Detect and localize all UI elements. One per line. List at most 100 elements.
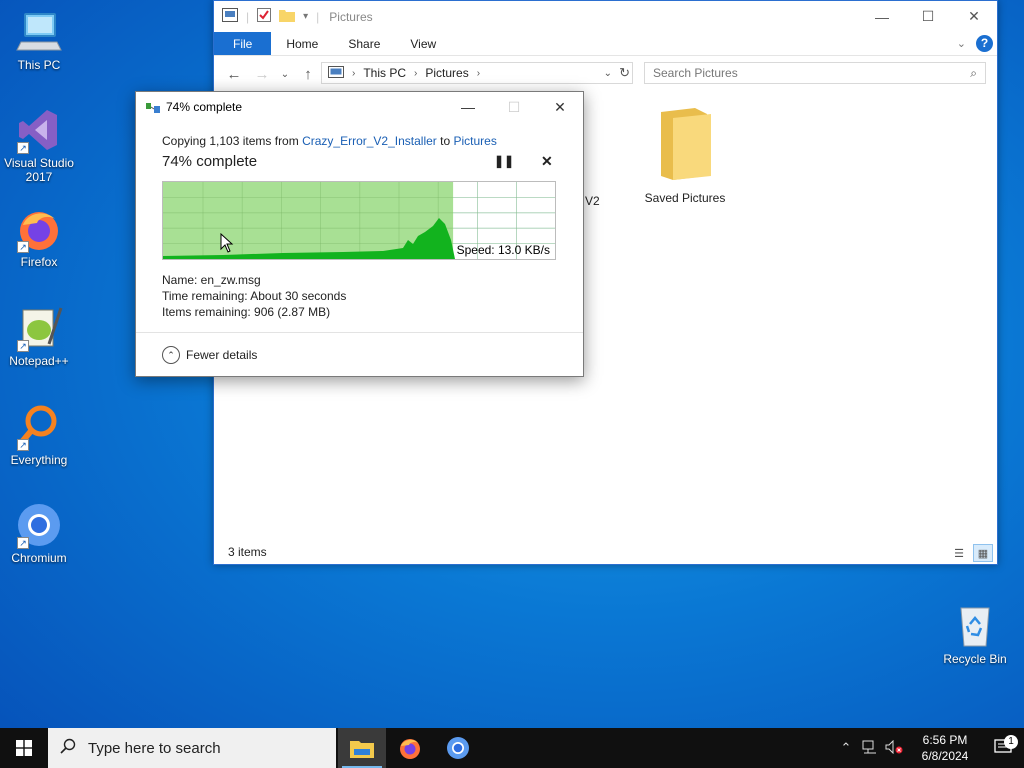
firefox-icon: ↗ (15, 205, 63, 253)
taskbar-chromium[interactable] (434, 728, 482, 768)
fewer-details-label: Fewer details (186, 348, 258, 362)
clock-date: 6/8/2024 (921, 749, 969, 763)
copy-prefix-text: Copying 1,103 items from (162, 134, 303, 148)
copy-description: Copying 1,103 items from Crazy_Error_V2_… (162, 134, 497, 148)
desktop-icon-recycle-bin[interactable]: Recycle Bin (936, 602, 1014, 666)
desktop-icon-this-pc[interactable]: This PC (0, 8, 78, 72)
cancel-copy-button[interactable]: ✕ (541, 153, 553, 170)
desktop-icon-label: Recycle Bin (943, 652, 1007, 666)
shortcut-arrow-icon: ↗ (17, 537, 29, 549)
items-remaining: Items remaining: 906 (2.87 MB) (162, 305, 331, 319)
minimize-button[interactable]: — (859, 1, 905, 32)
large-icons-view-icon[interactable]: ▦ (973, 544, 993, 562)
taskbar-firefox[interactable] (386, 728, 434, 768)
tab-share[interactable]: Share (333, 32, 395, 55)
up-arrow-icon[interactable]: ↑ (296, 66, 320, 83)
notepad-plus-plus-icon: ↗ (15, 304, 63, 352)
shortcut-arrow-icon: ↗ (17, 142, 29, 154)
expand-ribbon-icon[interactable]: ⌄ (957, 37, 966, 50)
breadcrumb-chevron-icon[interactable]: › (477, 68, 480, 79)
toolbar-separator: | (246, 9, 250, 24)
search-icon (60, 738, 76, 758)
desktop-icon-label: This PC (17, 58, 61, 72)
everything-search-icon: ↗ (15, 403, 63, 451)
window-title: Pictures (329, 9, 373, 24)
chromium-icon: ↗ (15, 501, 63, 549)
close-button[interactable]: ✕ (951, 1, 997, 32)
breadcrumb-pictures[interactable]: Pictures (425, 66, 468, 80)
desktop-icon-chromium[interactable]: ↗ Chromium (0, 501, 78, 565)
quick-access-dropdown-icon[interactable]: ▾ (303, 11, 308, 22)
visual-studio-icon: ↗ (15, 106, 63, 154)
taskbar-file-explorer[interactable] (338, 728, 386, 768)
dialog-maximize-button: ☐ (507, 98, 521, 115)
tab-home[interactable]: Home (271, 32, 333, 55)
folder-icon (630, 106, 740, 185)
toolbar-separator: | (316, 9, 320, 24)
breadcrumb-chevron-icon[interactable]: › (414, 68, 417, 79)
back-arrow-icon[interactable]: ← (222, 66, 246, 83)
desktop-icon-label: Everything (10, 453, 68, 467)
system-tray: ⌃ 6:56 PM 6/8/2024 1 (834, 728, 1024, 768)
forward-arrow-icon[interactable]: → (250, 66, 274, 83)
show-hidden-icons-chevron-icon[interactable]: ⌃ (834, 740, 858, 756)
taskbar-search-box[interactable]: Type here to search (48, 728, 336, 768)
tab-view[interactable]: View (395, 32, 451, 55)
desktop-icon-visual-studio[interactable]: ↗ Visual Studio 2017 (0, 106, 78, 184)
properties-icon[interactable] (257, 8, 272, 25)
location-pc-icon (328, 65, 344, 81)
breadcrumb-this-pc[interactable]: This PC (363, 66, 406, 80)
copy-files-icon (146, 102, 160, 113)
shortcut-arrow-icon: ↗ (17, 340, 29, 352)
details-view-icon[interactable]: ☰ (949, 544, 969, 562)
computer-icon (15, 8, 63, 56)
address-dropdown-icon[interactable]: ⌄ (604, 68, 612, 79)
desktop-icon-label: Notepad++ (9, 354, 69, 368)
help-icon[interactable]: ? (976, 35, 993, 52)
dialog-close-button[interactable]: ✕ (537, 92, 583, 122)
folder-item-saved-pictures[interactable]: Saved Pictures (630, 106, 740, 205)
source-folder-link[interactable]: Crazy_Error_V2_Installer (302, 134, 437, 148)
volume-muted-icon[interactable] (882, 739, 906, 757)
dialog-titlebar[interactable]: 74% complete — ☐ ✕ (136, 92, 583, 122)
chromium-icon (447, 737, 469, 759)
start-button[interactable] (0, 728, 48, 768)
new-folder-icon[interactable] (279, 8, 296, 25)
pause-button[interactable]: ❚❚ (494, 154, 514, 168)
tab-file[interactable]: File (214, 32, 272, 55)
recycle-bin-icon (951, 602, 999, 650)
dialog-minimize-button[interactable]: — (445, 92, 491, 122)
clock[interactable]: 6:56 PM 6/8/2024 (906, 732, 984, 764)
speed-readout: Speed: 13.0 KB/s (456, 243, 550, 257)
dialog-title: 74% complete (166, 100, 243, 114)
window-menu-icon[interactable] (222, 8, 238, 25)
breadcrumb-chevron-icon[interactable]: › (352, 68, 355, 79)
explorer-titlebar[interactable]: | ▾ | Pictures — ☐ ✕ (214, 1, 997, 32)
address-bar[interactable]: › This PC › Pictures › ⌄ ↻ (321, 62, 633, 84)
desktop-icon-label: Visual Studio 2017 (4, 156, 74, 184)
search-icon: ⌕ (970, 65, 977, 80)
maximize-button[interactable]: ☐ (905, 1, 951, 32)
copy-to-text: to (436, 134, 454, 148)
percent-complete-heading: 74% complete (162, 153, 258, 170)
desktop-icon-label: Chromium (11, 551, 67, 565)
refresh-icon[interactable]: ↻ (619, 65, 630, 81)
search-placeholder: Search Pictures (653, 66, 738, 80)
ribbon: File Home Share View ⌄ ? (214, 32, 997, 56)
search-input[interactable]: Search Pictures ⌕ (644, 62, 986, 84)
notification-count-badge: 1 (1004, 735, 1018, 749)
recent-locations-chevron-icon[interactable]: ⌄ (278, 69, 292, 80)
desktop-icon-everything[interactable]: ↗ Everything (0, 403, 78, 467)
action-center-button[interactable]: 1 (984, 735, 1024, 757)
network-icon[interactable] (858, 740, 882, 757)
mouse-cursor-icon (220, 233, 234, 253)
shortcut-arrow-icon: ↗ (17, 439, 29, 451)
taskbar: Type here to search ⌃ 6:56 PM 6/8/2024 1 (0, 728, 1024, 768)
desktop-icon-notepad-plus-plus[interactable]: ↗ Notepad++ (0, 304, 78, 368)
fewer-details-toggle[interactable]: ⌃ Fewer details (162, 346, 257, 364)
current-file-name: Name: en_zw.msg (162, 273, 261, 287)
desktop-icon-firefox[interactable]: ↗ Firefox (0, 205, 78, 269)
destination-folder-link[interactable]: Pictures (453, 134, 496, 148)
copy-progress-dialog[interactable]: 74% complete — ☐ ✕ Copying 1,103 items f… (135, 91, 584, 377)
chevron-up-icon: ⌃ (162, 346, 180, 364)
